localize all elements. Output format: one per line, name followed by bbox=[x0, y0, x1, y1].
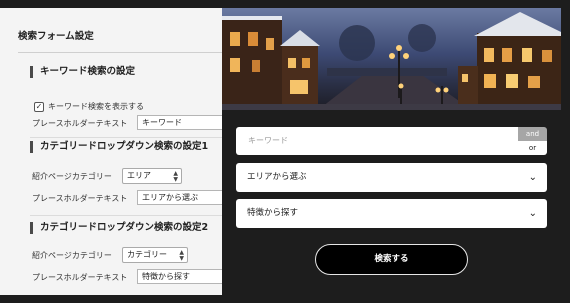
category-dropdown-2-heading: カテゴリードロップダウン検索の設定2 bbox=[30, 222, 208, 234]
category-2-placeholder-input[interactable]: 特徴から探す bbox=[137, 269, 222, 284]
section-divider bbox=[30, 215, 222, 216]
and-option[interactable]: and bbox=[518, 127, 547, 141]
category-1-label: 紹介ページカテゴリー bbox=[32, 172, 112, 181]
feature-dropdown-label: 特徴から探す bbox=[247, 208, 299, 218]
title-divider bbox=[18, 52, 222, 53]
category-1-placeholder-input[interactable]: エリアから選ぶ bbox=[137, 190, 222, 205]
search-form-preview: キーワード and or エリアから選ぶ ⌄ 特徴から探す ⌄ 検索する bbox=[222, 8, 570, 295]
category-dropdown-1-heading: カテゴリードロップダウン検索の設定1 bbox=[30, 141, 208, 153]
area-dropdown[interactable]: エリアから選ぶ ⌄ bbox=[236, 163, 547, 192]
feature-dropdown[interactable]: 特徴から探す ⌄ bbox=[236, 199, 547, 228]
checkmark-icon: ✓ bbox=[35, 102, 43, 111]
category-2-select-value: カテゴリー bbox=[127, 250, 167, 259]
chevron-down-icon: ⌄ bbox=[528, 208, 537, 219]
and-or-toggle[interactable]: and or bbox=[518, 127, 547, 155]
header-photo bbox=[222, 8, 561, 110]
category-1-select-value: エリア bbox=[127, 171, 151, 180]
category-2-label: 紹介ページカテゴリー bbox=[32, 251, 112, 260]
show-keyword-checkbox[interactable]: ✓ bbox=[34, 102, 44, 112]
keyword-search-input[interactable]: キーワード bbox=[236, 127, 518, 155]
keyword-section-heading: キーワード検索の設定 bbox=[30, 66, 135, 78]
category-1-placeholder-label: プレースホルダーテキスト bbox=[32, 194, 128, 203]
down-arrow-icon: ▼ bbox=[179, 255, 184, 262]
or-option[interactable]: or bbox=[518, 141, 547, 155]
category-2-placeholder-label: プレースホルダーテキスト bbox=[32, 273, 128, 282]
category-1-select[interactable]: エリア ▲ ▼ bbox=[122, 168, 182, 184]
show-keyword-label: キーワード検索を表示する bbox=[48, 102, 144, 111]
search-button[interactable]: 検索する bbox=[315, 244, 468, 275]
keyword-placeholder-input[interactable]: キーワード bbox=[137, 115, 222, 130]
down-arrow-icon: ▼ bbox=[173, 176, 178, 183]
keyword-placeholder-label: プレースホルダーテキスト bbox=[32, 119, 128, 128]
chevron-down-icon: ⌄ bbox=[528, 172, 537, 183]
settings-title: 検索フォーム設定 bbox=[18, 31, 94, 42]
category-2-select[interactable]: カテゴリー ▲ ▼ bbox=[122, 247, 188, 263]
search-form-settings-panel: 検索フォーム設定 キーワード検索の設定 ✓ キーワード検索を表示する プレースホ… bbox=[0, 8, 222, 295]
section-divider bbox=[30, 137, 222, 138]
night-town-illustration bbox=[222, 12, 561, 110]
area-dropdown-label: エリアから選ぶ bbox=[247, 172, 307, 182]
